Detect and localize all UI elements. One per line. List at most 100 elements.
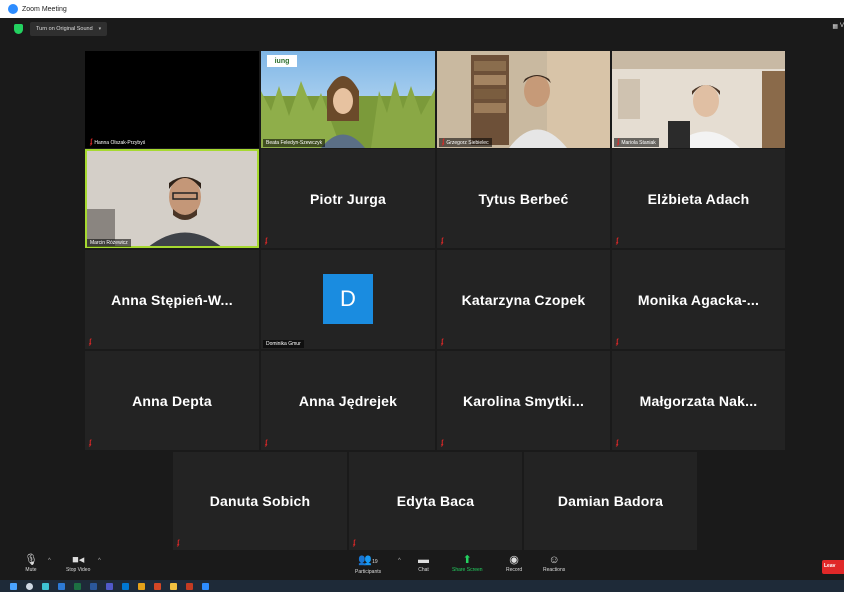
teams-icon[interactable]	[106, 582, 113, 590]
video-feed-room	[612, 51, 785, 148]
microphone-icon: 🎙	[24, 554, 38, 566]
participant-caption: ʄ Hanna Olszak-Przybyś	[87, 138, 149, 147]
participant-name: Tytus Berbeć	[478, 190, 569, 207]
participant-name: Karolina Smytki...	[462, 392, 585, 409]
audio-options-chevron-icon[interactable]: ^	[48, 558, 51, 564]
powerpoint-icon[interactable]	[154, 582, 161, 590]
participant-tile[interactable]: Monika Agacka-... ʄ	[612, 250, 785, 349]
participant-tile[interactable]: ʄ Mariola Staniak	[612, 51, 785, 148]
share-screen-button[interactable]: ⬆ Share Screen	[452, 554, 483, 573]
muted-mic-icon: ʄ	[90, 139, 93, 146]
muted-mic-icon: ʄ	[441, 238, 444, 245]
participant-name: Danuta Sobich	[209, 493, 311, 509]
participant-tile[interactable]: Małgorzata Nak... ʄ	[612, 351, 785, 450]
record-label: Record	[506, 567, 523, 573]
camera-icon: ■◂	[72, 554, 85, 566]
participant-tile[interactable]: Anna Stępień-W... ʄ	[85, 250, 259, 349]
grid-view-icon: ▦	[832, 24, 838, 30]
participant-tile-active-speaker[interactable]: Marcin Różewicz	[85, 149, 259, 248]
people-icon: 👥19	[358, 554, 378, 566]
participant-name: Anna Stępień-W...	[111, 291, 233, 308]
participant-tile[interactable]: Anna Jędrejek ʄ	[261, 351, 435, 450]
smiley-icon: ☺	[548, 554, 560, 566]
leave-button[interactable]: Leav	[822, 560, 844, 574]
video-options-chevron-icon[interactable]: ^	[98, 558, 101, 564]
meeting-toolbar: 🎙 Mute ^ ■◂ Stop Video ^ 👥19 Participant…	[0, 552, 844, 580]
muted-mic-icon: ʄ	[616, 339, 619, 346]
reactions-label: Reactions	[543, 567, 566, 573]
participant-name: Grzegorz Siebielec	[446, 139, 489, 146]
participant-tile[interactable]: iung Beata Feledyn-Szewczyk	[261, 51, 435, 148]
muted-mic-icon: ʄ	[89, 440, 92, 447]
record-dot-icon: ◉	[509, 554, 519, 566]
original-sound-button[interactable]: Turn on Original Sound ▾	[30, 22, 108, 36]
participant-name: Piotr Jurga	[309, 190, 387, 207]
participants-label: Participants	[355, 569, 382, 575]
chat-bubble-icon: ▬	[418, 554, 429, 566]
muted-mic-icon: ʄ	[353, 540, 356, 547]
folder-icon[interactable]	[170, 582, 177, 590]
security-shield-icon[interactable]	[14, 24, 23, 34]
window-title: Zoom Meeting	[22, 5, 67, 13]
muted-mic-icon: ʄ	[441, 339, 444, 346]
participant-name: Małgorzata Nak...	[639, 392, 758, 409]
participant-name: Monika Agacka-...	[637, 291, 760, 308]
chevron-down-icon[interactable]: ▾	[99, 26, 102, 32]
mute-button[interactable]: 🎙 Mute	[24, 554, 38, 573]
outlook-icon[interactable]	[58, 582, 65, 590]
share-screen-label: Share Screen	[452, 567, 483, 573]
muted-mic-icon: ʄ	[617, 139, 620, 146]
video-feed-man	[85, 149, 259, 248]
stop-video-button[interactable]: ■◂ Stop Video	[66, 554, 90, 573]
participants-count: 19	[372, 559, 378, 565]
chat-label: Chat	[418, 567, 429, 573]
muted-mic-icon: ʄ	[616, 238, 619, 245]
excel-icon[interactable]	[74, 582, 81, 590]
app-icon[interactable]	[122, 582, 129, 590]
reactions-button[interactable]: ☺ Reactions	[543, 554, 565, 573]
file-explorer-icon[interactable]	[138, 582, 145, 590]
participant-name: Marcin Różewicz	[90, 240, 128, 246]
participant-caption: Marcin Różewicz	[87, 239, 131, 247]
participant-tile[interactable]: Danuta Sobich ʄ	[173, 452, 347, 550]
word-icon[interactable]	[90, 582, 97, 590]
participant-caption: Dominika Gmur	[263, 340, 304, 348]
participant-name: Dominika Gmur	[266, 341, 301, 347]
participant-tile[interactable]: Karolina Smytki... ʄ	[437, 351, 610, 450]
participant-name: Anna Depta	[132, 392, 212, 409]
participant-name: Damian Badora	[557, 493, 664, 509]
participant-tile[interactable]: Anna Depta ʄ	[85, 351, 259, 450]
mute-label: Mute	[25, 567, 37, 573]
participant-tile[interactable]: D Dominika Gmur	[261, 250, 435, 349]
participants-options-chevron-icon[interactable]: ^	[398, 558, 401, 564]
zoom-taskbar-icon[interactable]	[202, 582, 209, 590]
participant-caption: ʄ Grzegorz Siebielec	[439, 138, 492, 147]
participant-tile[interactable]: Tytus Berbeć ʄ	[437, 149, 610, 248]
view-button[interactable]: ▦ V	[832, 23, 844, 30]
window-titlebar: Zoom Meeting	[0, 0, 844, 18]
participant-caption: Beata Feledyn-Szewczyk	[263, 139, 326, 147]
participant-tile[interactable]: Damian Badora	[524, 452, 697, 550]
participant-name: Katarzyna Czopek	[461, 291, 586, 308]
muted-mic-icon: ʄ	[265, 238, 268, 245]
participant-tile[interactable]: Piotr Jurga ʄ	[261, 149, 435, 248]
acrobat-icon[interactable]	[186, 582, 193, 590]
muted-mic-icon: ʄ	[441, 440, 444, 447]
participant-tile[interactable]: ʄ Grzegorz Siebielec	[437, 51, 610, 148]
muted-mic-icon: ʄ	[616, 440, 619, 447]
stop-video-label: Stop Video	[66, 567, 91, 573]
muted-mic-icon: ʄ	[177, 540, 180, 547]
participant-tile[interactable]: Katarzyna Czopek ʄ	[437, 250, 610, 349]
participant-name: Edyta Baca	[396, 493, 475, 509]
participants-button[interactable]: 👥19 Participants	[355, 554, 381, 575]
gallery-view: ʄ Hanna Olszak-Przybyś iung Beata Feledy…	[0, 40, 844, 552]
windows-start-icon[interactable]	[10, 582, 17, 590]
participant-tile[interactable]: Edyta Baca ʄ	[349, 452, 522, 550]
search-icon[interactable]	[26, 582, 33, 590]
chat-button[interactable]: ▬ Chat	[418, 554, 429, 573]
record-button[interactable]: ◉ Record	[506, 554, 522, 573]
avatar: D	[323, 274, 373, 324]
edge-icon[interactable]	[42, 582, 49, 590]
participant-tile[interactable]: Elżbieta Adach ʄ	[612, 149, 785, 248]
participant-tile[interactable]: ʄ Hanna Olszak-Przybyś	[85, 51, 259, 148]
